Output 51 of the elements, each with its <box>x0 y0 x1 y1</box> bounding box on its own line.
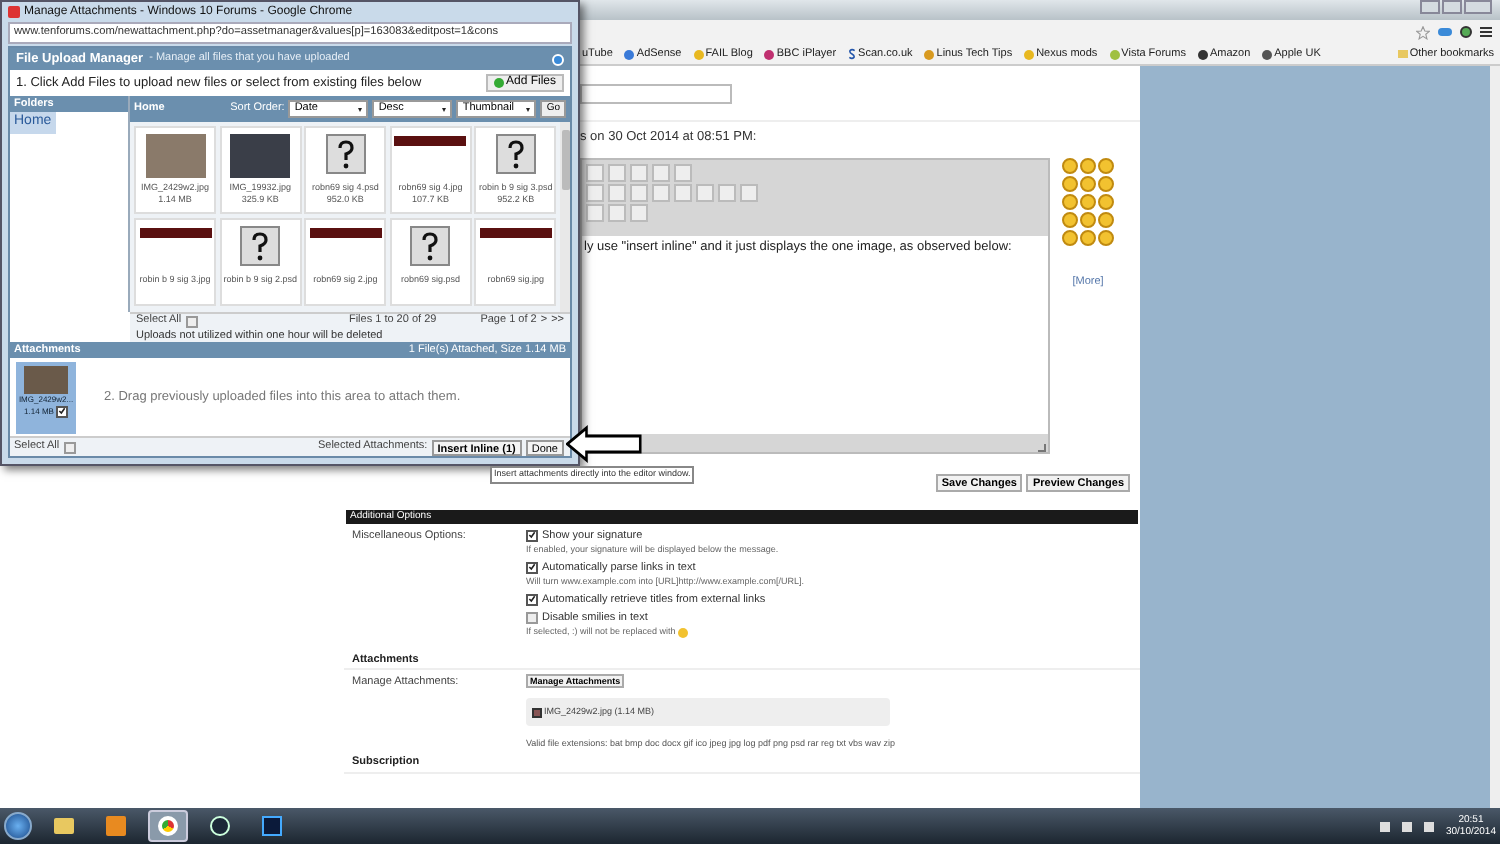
extension-icon[interactable] <box>1460 26 1472 38</box>
caret-icon <box>526 107 531 111</box>
caret-icon <box>442 107 447 111</box>
scrollbar[interactable] <box>1490 66 1500 808</box>
photo-placeholder <box>145 134 205 178</box>
banner-thumbnail <box>479 228 552 238</box>
maximize-button[interactable] <box>1442 0 1462 14</box>
image-file-icon <box>532 707 542 718</box>
question-mark-icon <box>240 226 281 266</box>
start-button[interactable] <box>4 812 32 840</box>
checkbox[interactable] <box>526 612 538 625</box>
folder-icon <box>1397 50 1408 58</box>
checkbox[interactable] <box>526 529 538 542</box>
checkbox[interactable] <box>55 405 68 417</box>
volume-icon[interactable] <box>1423 821 1434 831</box>
bookmark-icon <box>624 49 635 59</box>
question-mark-icon <box>410 226 451 266</box>
minimize-button[interactable] <box>1420 0 1440 14</box>
menu-icon[interactable] <box>1480 26 1492 38</box>
photo-placeholder <box>230 134 291 178</box>
banner-thumbnail <box>139 228 211 238</box>
input-field[interactable] <box>580 84 732 104</box>
resize-handle[interactable] <box>1038 443 1046 452</box>
bookmark-icon <box>1109 49 1120 59</box>
flag-icon[interactable] <box>1379 821 1390 831</box>
caret-icon <box>358 107 363 111</box>
banner-thumbnail <box>309 228 382 238</box>
photo-placeholder <box>24 365 68 393</box>
app-icon <box>8 6 20 18</box>
network-icon[interactable] <box>1401 821 1412 831</box>
bookmark-icon <box>924 49 935 59</box>
plus-icon <box>493 78 504 88</box>
banner-thumbnail <box>394 136 467 146</box>
bookmark-icon <box>764 49 775 59</box>
smiley-icon <box>677 628 688 639</box>
checkbox[interactable] <box>526 561 538 574</box>
question-mark-icon <box>325 134 366 174</box>
bookmark-icon <box>1197 49 1208 59</box>
question-mark-icon <box>495 134 536 174</box>
checkbox[interactable] <box>63 441 76 453</box>
scrollbar[interactable] <box>560 122 570 312</box>
bookmark-icon <box>1024 49 1035 59</box>
checkbox[interactable] <box>526 593 538 606</box>
folder-icon <box>54 818 74 834</box>
bookmark-icon <box>1262 49 1273 59</box>
bookmark-icon <box>693 49 704 59</box>
bookmark-icon <box>848 48 857 60</box>
star-icon[interactable] <box>1416 25 1430 39</box>
close-button[interactable] <box>1464 0 1492 14</box>
browser-icon <box>158 816 178 836</box>
checkbox[interactable] <box>185 315 198 327</box>
